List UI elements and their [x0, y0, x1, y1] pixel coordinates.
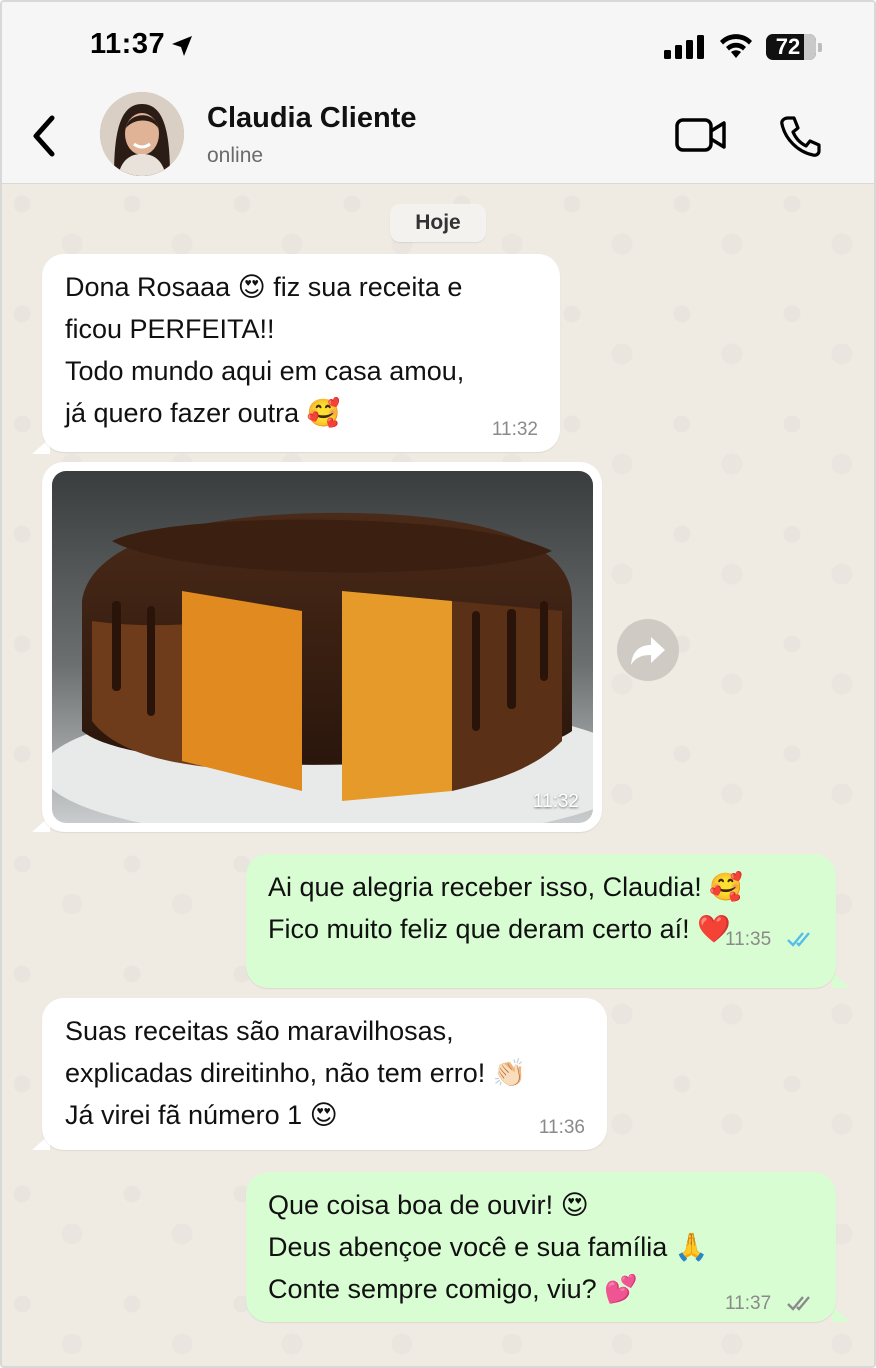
bubble-tail: [832, 972, 850, 988]
status-bar: 11:37 72: [2, 2, 874, 88]
wifi-icon: [720, 34, 752, 58]
message-outgoing[interactable]: Que coisa boa de ouvir! 😍 Deus abençoe v…: [246, 1172, 836, 1322]
message-time: 11:35: [725, 929, 772, 950]
delivered-ticks-icon: [787, 1296, 810, 1311]
battery-level: 72: [775, 34, 801, 59]
battery-icon: 72: [766, 34, 816, 60]
message-text: Que coisa boa de ouvir! 😍 Deus abençoe v…: [268, 1190, 709, 1304]
read-ticks-icon: [787, 932, 810, 947]
bubble-tail: [832, 1306, 850, 1322]
battery-cap: [818, 43, 822, 52]
avatar-portrait: [100, 92, 184, 176]
message-outgoing[interactable]: Ai que alegria receber isso, Claudia! 🥰 …: [246, 854, 836, 988]
forward-button[interactable]: [617, 619, 679, 681]
cake-image: [52, 471, 593, 823]
message-text: Ai que alegria receber isso, Claudia! 🥰 …: [268, 872, 743, 944]
avatar[interactable]: [100, 92, 184, 176]
message-time: 11:36: [538, 1117, 585, 1138]
video-call-icon[interactable]: [674, 116, 728, 154]
forward-arrow-icon: [631, 637, 665, 665]
message-text: Suas receitas são maravilhosas, explicad…: [65, 1016, 527, 1130]
date-divider: Hoje: [390, 204, 486, 242]
contact-status: online: [207, 144, 264, 167]
phone-screen: 11:37 72 Claudia Cliente online Hoje Don…: [0, 0, 876, 1368]
signal-bars-icon: [664, 35, 704, 59]
message-incoming[interactable]: Suas receitas são maravilhosas, explicad…: [42, 998, 607, 1150]
message-incoming[interactable]: Dona Rosaaa 😍 fiz sua receita e ficou PE…: [42, 254, 560, 452]
status-time: 11:37: [90, 28, 166, 60]
message-time: 11:37: [725, 1293, 772, 1314]
message-time: 11:32: [491, 419, 538, 440]
cake-photo[interactable]: 11:32: [52, 471, 593, 823]
message-text: Dona Rosaaa 😍 fiz sua receita e ficou PE…: [65, 272, 465, 428]
image-time: 11:32: [532, 791, 579, 812]
location-arrow-icon: [172, 36, 192, 56]
phone-icon[interactable]: [778, 114, 822, 158]
back-chevron-icon[interactable]: [28, 114, 62, 158]
chat-area[interactable]: Hoje Dona Rosaaa 😍 fiz sua receita e fic…: [2, 184, 874, 1366]
contact-name[interactable]: Claudia Cliente: [207, 102, 417, 135]
chat-header: Claudia Cliente online: [2, 88, 874, 184]
